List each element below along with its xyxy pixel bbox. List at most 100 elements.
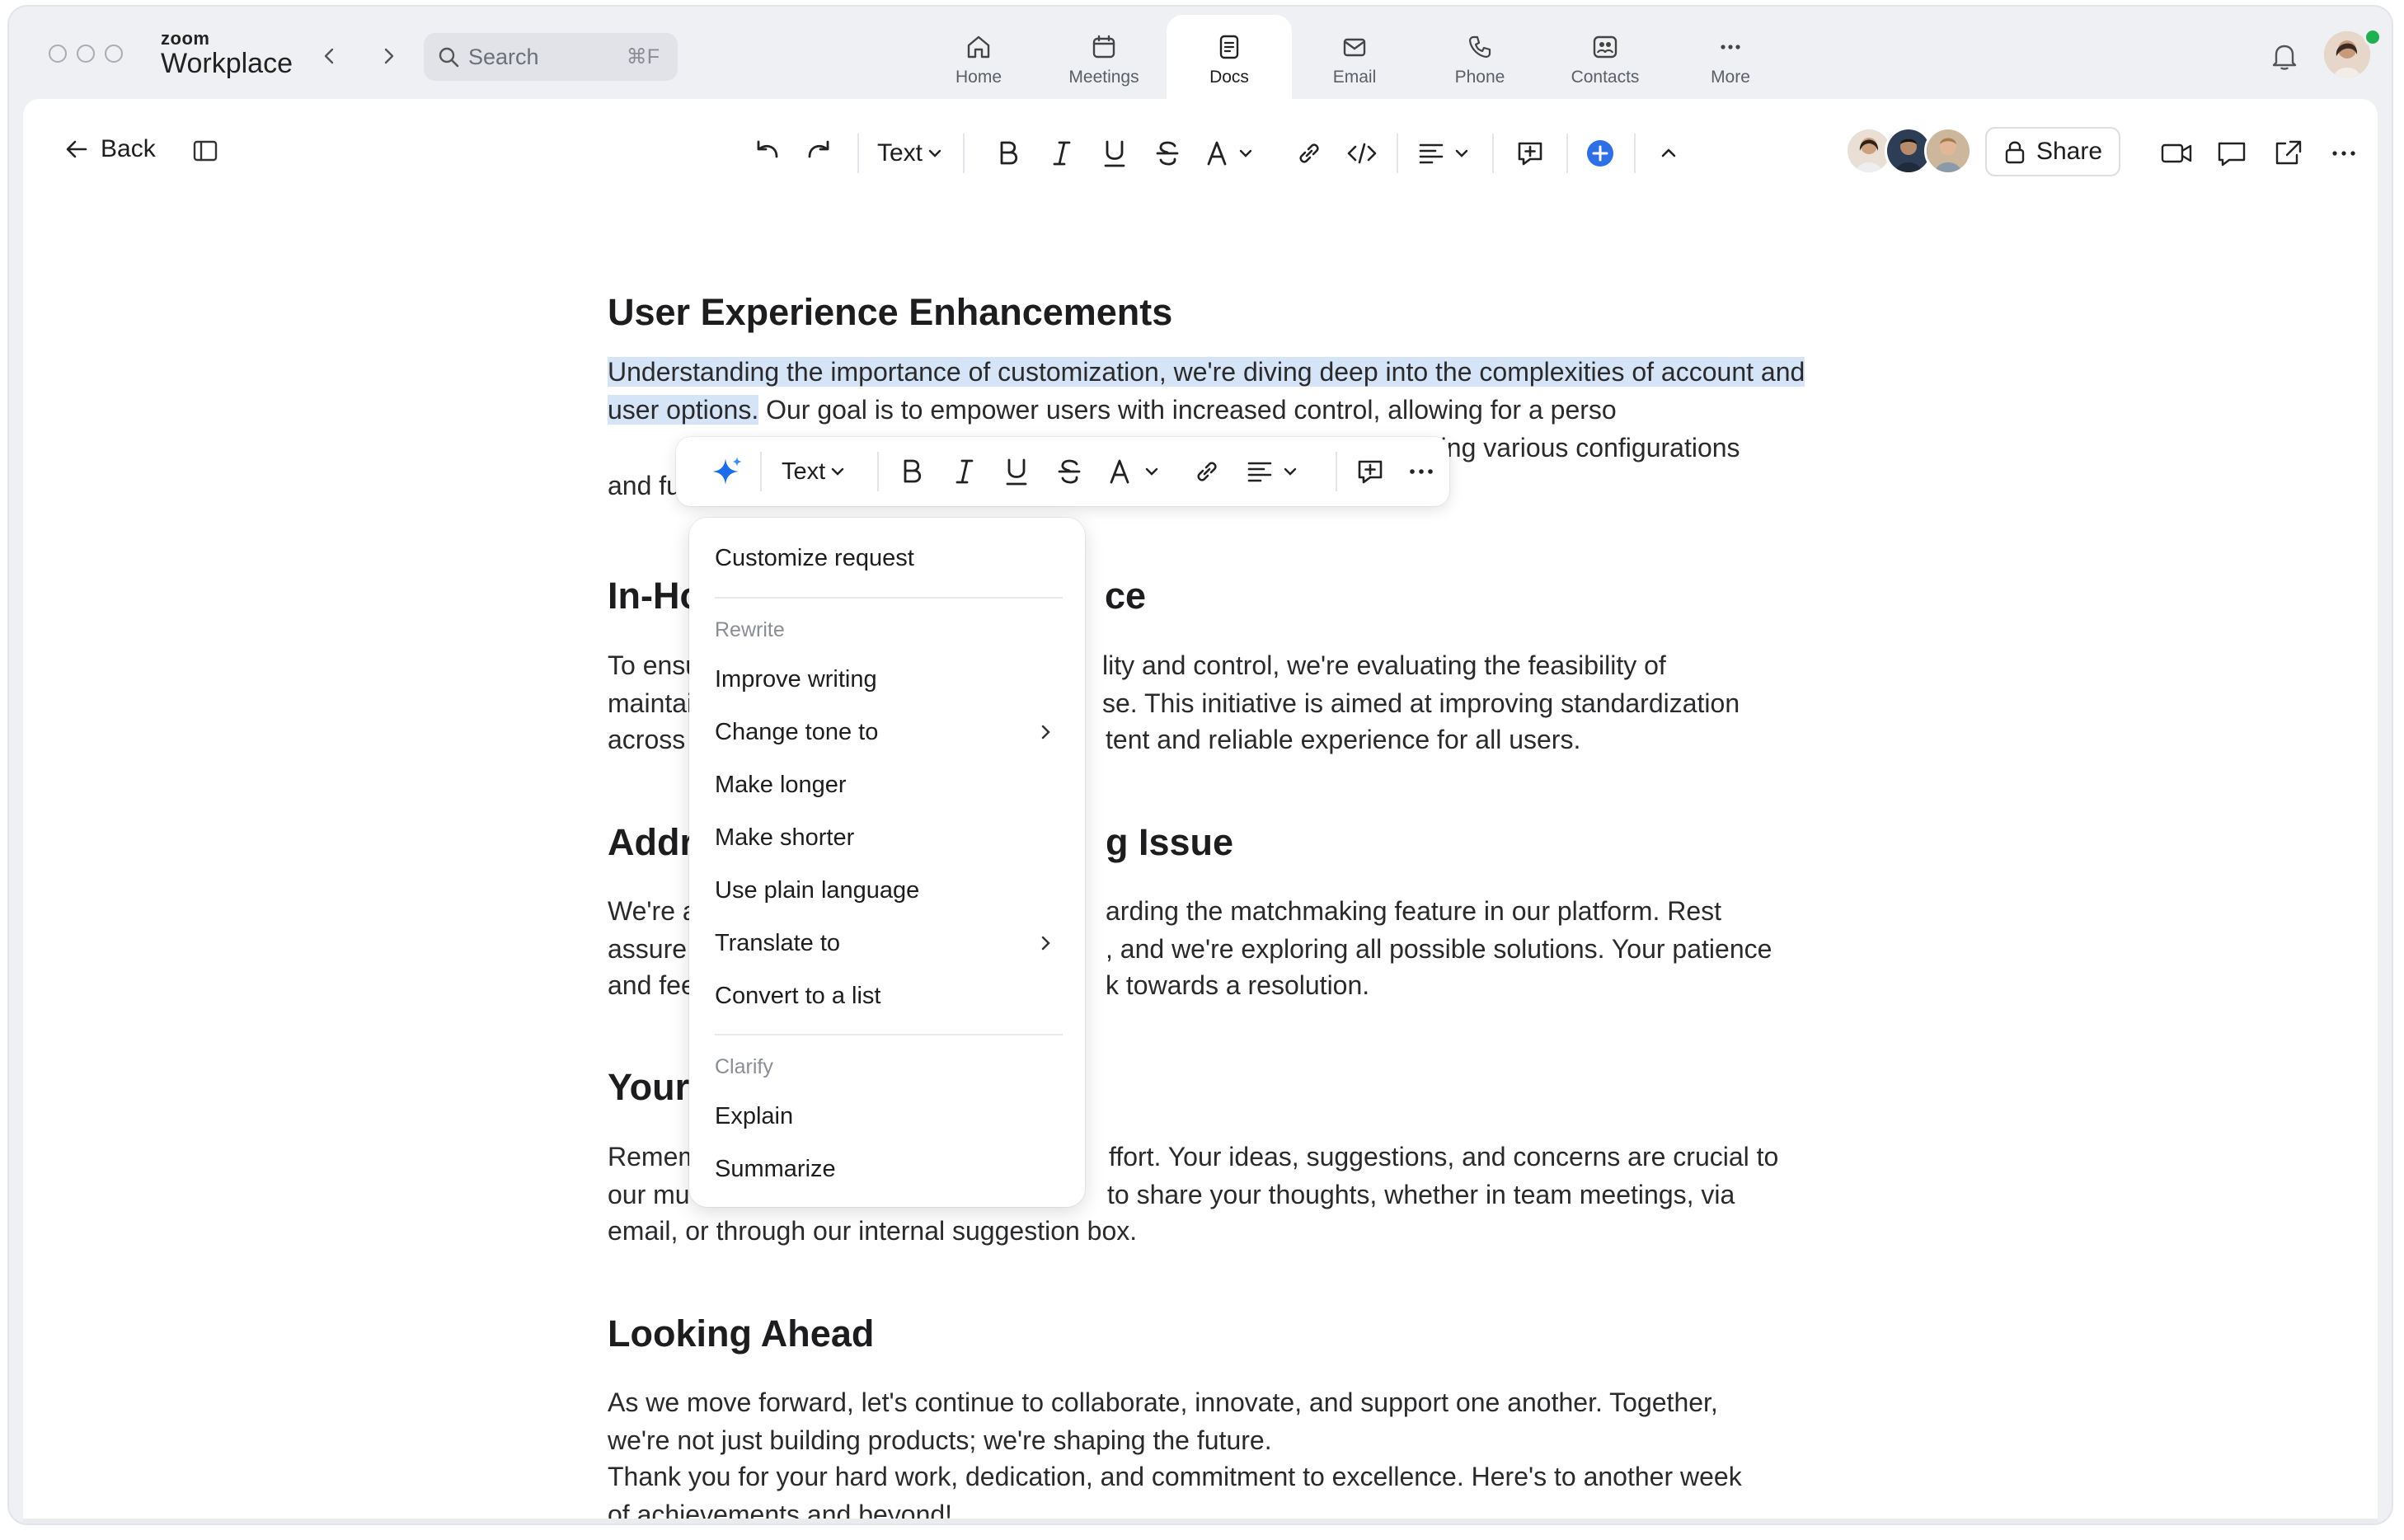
toolbar-divider (1397, 134, 1398, 173)
tab-more[interactable]: More (1668, 15, 1793, 99)
mail-icon (1343, 38, 1366, 57)
floating-format-toolbar: Text (676, 437, 1449, 506)
main-nav: Home Meetings Docs Email Phone Contacts (916, 15, 1793, 99)
link-icon[interactable] (1190, 453, 1223, 490)
tab-label: Email (1332, 68, 1377, 87)
search-input[interactable]: Search ⌘F (424, 33, 678, 81)
toolbar-divider (1492, 134, 1494, 173)
back-button[interactable]: Back (64, 135, 156, 163)
arrow-left-icon (66, 140, 87, 158)
underline-icon[interactable] (1098, 135, 1131, 171)
bold-icon[interactable] (895, 453, 928, 490)
menu-item-make-longer[interactable]: Make longer (715, 772, 847, 799)
section-heading: User Experience Enhancements (608, 291, 1173, 333)
tab-phone[interactable]: Phone (1417, 15, 1542, 99)
align-dropdown[interactable] (1245, 453, 1299, 490)
align-left-icon (1419, 143, 1444, 164)
paragraph-text: email, or through our internal suggestio… (608, 1216, 1138, 1246)
brand-small: zoom (161, 28, 210, 49)
section-heading: Your (608, 1066, 690, 1108)
paragraph-text: Our goal is to empower users with increa… (758, 395, 1617, 425)
tab-label: Home (955, 68, 1002, 87)
menu-item-improve-writing[interactable]: Improve writing (715, 666, 877, 693)
close-window-button[interactable] (49, 45, 67, 63)
menu-item-explain[interactable]: Explain (715, 1103, 793, 1130)
paragraph-text: we're not just building products; we're … (608, 1425, 1272, 1455)
menu-item-convert-list[interactable]: Convert to a list (715, 983, 880, 1010)
text-color-icon (1207, 141, 1227, 166)
paragraph-text: to share your thoughts, whether in team … (1107, 1180, 1735, 1209)
section-heading: Looking Ahead (608, 1312, 875, 1355)
collapse-toolbar-icon[interactable] (1652, 135, 1685, 171)
code-icon[interactable] (1345, 135, 1378, 171)
more-options-icon[interactable] (1405, 453, 1438, 490)
menu-item-plain-language[interactable]: Use plain language (715, 877, 919, 904)
tab-home[interactable]: Home (916, 15, 1041, 99)
add-comment-icon[interactable] (1354, 453, 1387, 490)
paragraph-text: ffort. Your ideas, suggestions, and conc… (1109, 1142, 1779, 1171)
text-color-dropdown[interactable] (1105, 453, 1161, 490)
insert-plus-icon[interactable] (1584, 135, 1617, 171)
section-heading: Addr (608, 821, 694, 863)
share-label: Share (2035, 138, 2103, 165)
toolbar-divider (1566, 134, 1568, 173)
text-style-dropdown[interactable]: Text (782, 453, 847, 490)
nav-back-icon[interactable] (320, 46, 340, 66)
align-left-icon (1247, 462, 1272, 482)
undo-icon[interactable] (750, 135, 783, 171)
search-shortcut: ⌘F (626, 45, 660, 68)
more-options-icon[interactable] (2328, 139, 2359, 168)
chat-icon[interactable] (2216, 139, 2247, 168)
menu-item-translate[interactable]: Translate to (715, 930, 840, 957)
text-style-dropdown[interactable]: Text (877, 135, 944, 171)
ai-sparkle-icon[interactable] (709, 453, 745, 490)
menu-item-summarize[interactable]: Summarize (715, 1156, 836, 1183)
bell-icon[interactable] (2268, 40, 2301, 73)
italic-icon[interactable] (948, 453, 981, 490)
underline-icon[interactable] (1000, 453, 1033, 490)
maximize-window-button[interactable] (105, 45, 123, 63)
text-color-dropdown[interactable] (1202, 135, 1255, 171)
chevron-down-icon (928, 149, 941, 157)
share-button[interactable]: Share (1985, 127, 2120, 176)
align-dropdown[interactable] (1416, 135, 1471, 171)
sidebar-toggle-icon[interactable] (191, 137, 219, 165)
menu-item-make-shorter[interactable]: Make shorter (715, 824, 854, 852)
nav-forward-icon[interactable] (378, 46, 398, 66)
link-icon[interactable] (1293, 135, 1326, 171)
italic-icon[interactable] (1045, 135, 1078, 171)
bold-icon[interactable] (992, 135, 1025, 171)
tab-email[interactable]: Email (1292, 15, 1417, 99)
ai-assist-menu: Customize request Rewrite Improve writin… (689, 518, 1085, 1207)
menu-divider (715, 597, 1063, 599)
paragraph-text: lity and control, we're evaluating the f… (1102, 650, 1666, 680)
contacts-icon (1593, 35, 1618, 59)
collaborators[interactable] (1845, 127, 1972, 175)
section-heading: ce (1105, 575, 1147, 617)
minimize-window-button[interactable] (77, 45, 95, 63)
video-icon[interactable] (2160, 139, 2193, 168)
document-icon (1219, 35, 1239, 59)
tab-meetings[interactable]: Meetings (1041, 15, 1167, 99)
open-external-icon[interactable] (2272, 139, 2303, 168)
chevron-down-icon (1145, 467, 1158, 476)
chevron-down-icon (1455, 149, 1468, 157)
paragraph-text: , and we're exploring all possible solut… (1106, 934, 1772, 964)
chevron-down-icon (1284, 467, 1297, 476)
strikethrough-icon[interactable] (1053, 453, 1086, 490)
menu-item-change-tone[interactable]: Change tone to (715, 719, 878, 746)
add-comment-icon[interactable] (1514, 135, 1547, 171)
app-window: zoom Workplace Search ⌘F Home Meetings D… (9, 7, 2392, 1524)
window-controls (49, 45, 123, 63)
section-heading: g Issue (1106, 821, 1234, 863)
menu-divider (715, 1034, 1063, 1035)
strikethrough-icon[interactable] (1151, 135, 1184, 171)
tab-label: Contacts (1571, 68, 1640, 87)
tab-label: Docs (1209, 68, 1249, 87)
tab-contacts[interactable]: Contacts (1542, 15, 1668, 99)
paragraph-text: ring various configurations (1432, 433, 1740, 462)
tab-docs[interactable]: Docs (1167, 15, 1292, 99)
redo-icon[interactable] (803, 135, 836, 171)
menu-item-customize-request[interactable]: Customize request (715, 545, 914, 572)
paragraph-text: tent and reliable experience for all use… (1106, 725, 1581, 754)
